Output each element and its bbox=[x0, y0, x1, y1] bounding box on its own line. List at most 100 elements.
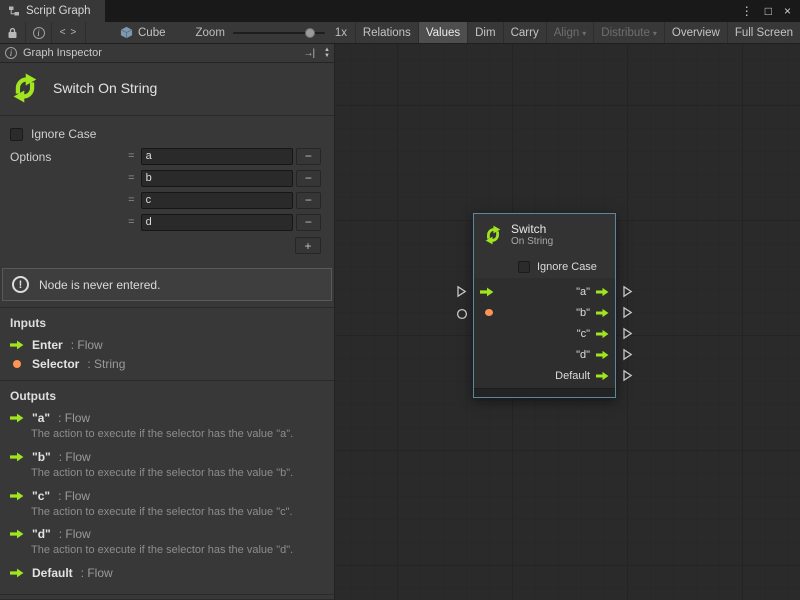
drag-handle-icon[interactable]: = bbox=[125, 172, 138, 184]
switch-on-string-node[interactable]: Switch On String Ignore Case "a" bbox=[473, 213, 616, 398]
output-row-c: "c"Flow bbox=[0, 486, 334, 505]
node-title: Switch bbox=[511, 223, 553, 236]
tab-bar-spacer bbox=[105, 0, 732, 22]
enter-port-triangle[interactable] bbox=[456, 285, 467, 303]
output-port-triangle-d[interactable] bbox=[622, 348, 633, 366]
flow-out-icon[interactable] bbox=[596, 371, 609, 381]
graph-canvas[interactable]: Switch On String Ignore Case "a" bbox=[335, 44, 800, 600]
value-port-icon bbox=[13, 360, 21, 368]
remove-option-button[interactable]: − bbox=[296, 192, 321, 209]
drag-handle-icon[interactable]: = bbox=[125, 150, 138, 162]
distribute-dropdown[interactable]: Distribute▾ bbox=[593, 22, 664, 43]
tab-script-graph[interactable]: Script Graph bbox=[0, 0, 105, 22]
output-row-a: "a"Flow bbox=[0, 408, 334, 427]
inspector-title: Graph Inspector bbox=[23, 47, 102, 59]
switch-unit-icon bbox=[482, 224, 504, 246]
zoom-slider-knob[interactable] bbox=[305, 28, 315, 38]
selector-port-icon[interactable] bbox=[485, 309, 493, 316]
unit-title-block: Switch On String bbox=[0, 63, 334, 116]
menu-icon[interactable]: ⋮ bbox=[741, 4, 753, 18]
flow-port-icon bbox=[10, 568, 24, 578]
remove-option-button[interactable]: − bbox=[296, 148, 321, 165]
remove-option-button[interactable]: − bbox=[296, 214, 321, 231]
port-type: Flow bbox=[58, 411, 90, 425]
relations-button[interactable]: Relations bbox=[355, 22, 418, 43]
main-area: i Graph Inspector →| ▲ ▼ Switch On Strin… bbox=[0, 44, 800, 600]
option-input[interactable] bbox=[141, 148, 293, 165]
flow-port-icon bbox=[10, 452, 24, 462]
carry-button[interactable]: Carry bbox=[503, 22, 546, 43]
node-footer bbox=[474, 388, 615, 397]
values-button[interactable]: Values bbox=[418, 22, 467, 43]
input-row-enter: EnterFlow bbox=[0, 335, 334, 354]
node-ignore-case-row: Ignore Case bbox=[474, 256, 615, 278]
ignore-case-checkbox[interactable] bbox=[10, 128, 23, 141]
graph-icon bbox=[8, 5, 20, 17]
align-dropdown[interactable]: Align▾ bbox=[546, 22, 594, 43]
flow-out-icon[interactable] bbox=[596, 308, 609, 318]
option-input[interactable] bbox=[141, 170, 293, 187]
option-row: = − bbox=[125, 189, 321, 211]
window-controls: ⋮ □ × bbox=[732, 0, 800, 22]
flow-port-icon bbox=[10, 413, 24, 423]
zoom-slider[interactable] bbox=[233, 32, 325, 34]
info-icon: i bbox=[5, 47, 17, 59]
info-toggle-icon[interactable]: i bbox=[26, 22, 52, 43]
lock-icon[interactable] bbox=[0, 22, 26, 43]
target-object[interactable]: Cube bbox=[120, 22, 166, 43]
output-port-triangle-c[interactable] bbox=[622, 327, 633, 345]
warning-box: ! Node is never entered. bbox=[2, 268, 332, 301]
selector-port-circle[interactable] bbox=[456, 307, 468, 325]
cube-icon bbox=[120, 26, 133, 39]
zoom-value: 1x bbox=[335, 27, 347, 39]
node-output-label: Default bbox=[555, 370, 590, 382]
drag-handle-icon[interactable]: = bbox=[125, 194, 138, 206]
fullscreen-button[interactable]: Full Screen bbox=[727, 22, 800, 43]
code-view-icon[interactable]: < > bbox=[52, 22, 86, 43]
zoom-label: Zoom bbox=[196, 27, 225, 39]
dim-button[interactable]: Dim bbox=[467, 22, 502, 43]
output-row-b: "b" Flow bbox=[0, 447, 334, 466]
overview-button[interactable]: Overview bbox=[664, 22, 727, 43]
remove-option-button[interactable]: − bbox=[296, 170, 321, 187]
port-description: The action to execute if the selector ha… bbox=[0, 505, 334, 525]
option-input[interactable] bbox=[141, 214, 293, 231]
drag-handle-icon[interactable]: = bbox=[125, 216, 138, 228]
warning-icon: ! bbox=[12, 276, 29, 293]
node-port-row-b: "b" bbox=[474, 302, 615, 323]
flow-out-icon[interactable] bbox=[596, 329, 609, 339]
node-output-label: "b" bbox=[576, 307, 590, 319]
output-port-triangle-a[interactable] bbox=[622, 285, 633, 303]
flow-out-icon[interactable] bbox=[596, 350, 609, 360]
warning-text: Node is never entered. bbox=[39, 278, 160, 292]
dock-right-icon[interactable]: →| bbox=[303, 48, 314, 59]
maximize-icon[interactable]: □ bbox=[765, 4, 772, 18]
port-type: String bbox=[87, 357, 125, 371]
output-port-triangle-default[interactable] bbox=[622, 369, 633, 387]
options-label: Options bbox=[10, 145, 51, 260]
node-output-label: "c" bbox=[577, 328, 590, 340]
port-type: Flow bbox=[59, 527, 91, 541]
close-icon[interactable]: × bbox=[784, 4, 791, 18]
ignore-case-label: Ignore Case bbox=[31, 127, 96, 141]
panel-scroll-arrows[interactable]: ▲ ▼ bbox=[324, 47, 330, 59]
outputs-header: Outputs bbox=[0, 381, 334, 408]
arrow-down-icon[interactable]: ▼ bbox=[324, 53, 330, 59]
option-input[interactable] bbox=[141, 192, 293, 209]
port-name: "b" bbox=[32, 450, 51, 464]
add-option-button[interactable]: + bbox=[295, 237, 321, 254]
tab-label: Script Graph bbox=[26, 5, 91, 17]
ignore-case-checkbox[interactable] bbox=[518, 261, 530, 273]
switch-unit-icon bbox=[8, 71, 42, 105]
output-port-triangle-b[interactable] bbox=[622, 306, 633, 324]
node-output-label: "a" bbox=[576, 286, 590, 298]
flow-in-icon[interactable] bbox=[480, 287, 494, 297]
port-description: The action to execute if the selector ha… bbox=[0, 427, 334, 447]
port-type: Flow bbox=[58, 489, 90, 503]
flow-out-icon[interactable] bbox=[596, 287, 609, 297]
port-type: Flow bbox=[59, 450, 91, 464]
options-section: Options = − = − = − bbox=[0, 143, 334, 260]
options-footer: + bbox=[125, 233, 321, 260]
port-type: Flow bbox=[81, 566, 113, 580]
option-row: = − bbox=[125, 167, 321, 189]
